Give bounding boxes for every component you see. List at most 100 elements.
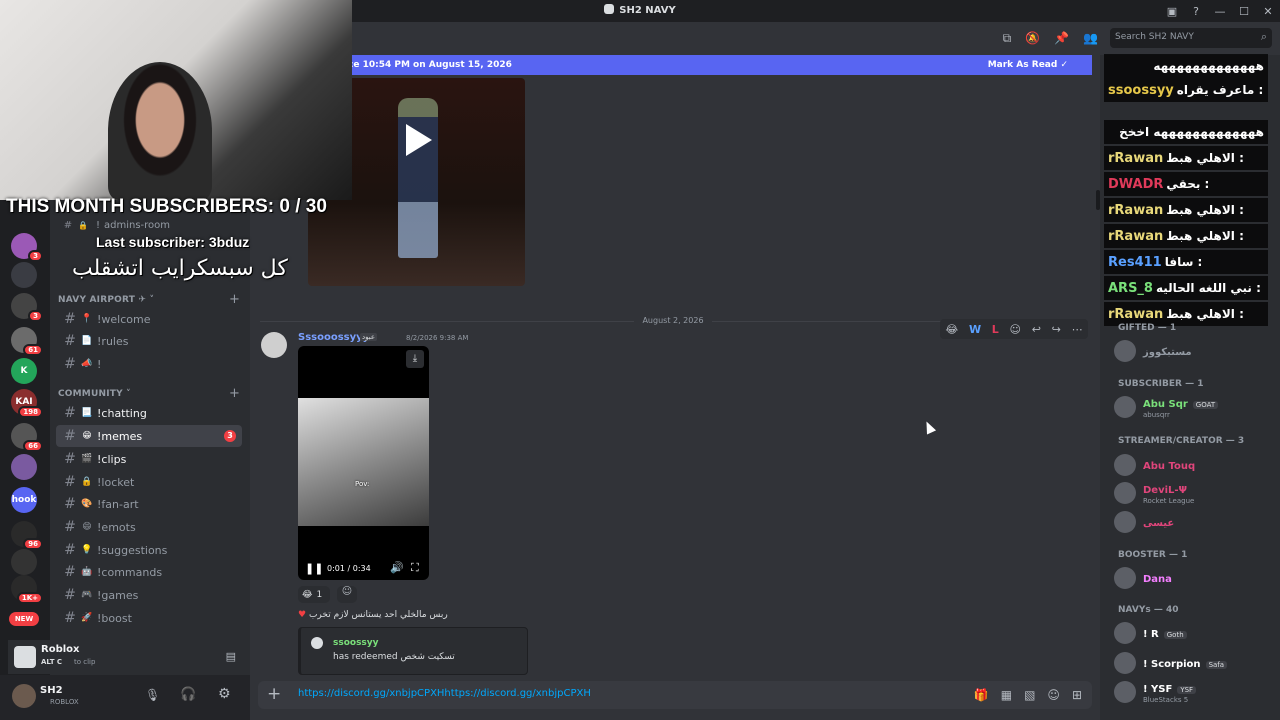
server-icon[interactable]	[11, 262, 37, 288]
close-button[interactable]: ✕	[1256, 5, 1280, 18]
headphones-icon[interactable]: 🎧	[180, 687, 196, 702]
gift-icon[interactable]: 🎁	[974, 688, 989, 702]
heart-icon: ♥	[298, 610, 307, 620]
channel-suggestions[interactable]: # 💡! suggestions	[56, 539, 242, 561]
reply-icon[interactable]: ↩	[1032, 323, 1041, 336]
more-icon[interactable]: ⋯	[1072, 323, 1083, 336]
unread-banner[interactable]: ce 10:54 PM on August 15, 2026 Mark As R…	[250, 55, 1092, 75]
server-icon[interactable]: K	[11, 358, 37, 384]
member-activity: Rocket League	[1143, 496, 1195, 505]
sticker-icon[interactable]: ▧	[1024, 688, 1035, 702]
channel-commands[interactable]: # 🤖! commands	[56, 561, 242, 583]
laugh-reaction-icon[interactable]: 😂	[945, 323, 958, 336]
add-channel-icon[interactable]: +	[229, 292, 240, 307]
member-row[interactable]: ! YSF YSF BlueStacks 5	[1114, 679, 1197, 705]
channel-emoji-icon: 😄	[82, 522, 92, 532]
search-input[interactable]: Search SH2 NAVY ⌕	[1110, 28, 1272, 48]
avatar	[1114, 340, 1136, 362]
avatar	[1114, 681, 1136, 703]
channel-emoji-icon: 📍	[81, 314, 93, 324]
server-icon[interactable]	[11, 549, 37, 575]
clip-hint-keys: ALT C	[41, 658, 63, 666]
video-player[interactable]: ⤓ Pov: ❚❚ 0:01 / 0:34 🔊 ⛶	[298, 346, 429, 580]
member-row[interactable]: مستبكووز	[1114, 338, 1192, 364]
chat-overlay-line: هههههههههههههه	[1104, 54, 1268, 78]
chat-username: ssoossyy	[1108, 82, 1174, 98]
member-row[interactable]: Abu Sqr GOAT abusqrr	[1114, 394, 1219, 420]
server-icon[interactable]: NEW	[9, 612, 39, 626]
add-reaction-icon[interactable]: ☺	[1010, 323, 1021, 336]
channel-admins-room[interactable]: # 🔒 ! admins-room	[58, 217, 238, 233]
server-icon[interactable]: 1K+	[11, 575, 43, 604]
emoji-icon[interactable]: ☺	[1047, 688, 1060, 702]
w-reaction-icon[interactable]: W	[969, 323, 981, 336]
l-reaction-icon[interactable]: L	[992, 323, 999, 336]
channel-emots[interactable]: # 😄! emots	[56, 516, 242, 538]
attach-icon[interactable]: +	[267, 684, 281, 704]
author-avatar[interactable]	[261, 332, 287, 358]
member-row[interactable]: عيسى	[1114, 509, 1174, 535]
minimize-button[interactable]: —	[1208, 5, 1232, 18]
settings-gear-icon[interactable]: ⚙	[218, 686, 231, 702]
server-icon[interactable]: 66	[11, 423, 43, 452]
chat-text: هههههههههههههه	[1153, 59, 1264, 73]
volume-icon[interactable]: 🔊	[390, 561, 404, 574]
play-icon[interactable]	[406, 124, 432, 156]
server-icon[interactable]	[11, 454, 37, 480]
member-row[interactable]: Dana	[1114, 565, 1172, 591]
category-community[interactable]: COMMUNITY ˅	[58, 389, 131, 399]
avatar[interactable]	[12, 684, 36, 708]
members-icon[interactable]: 👥	[1083, 31, 1098, 46]
pin-icon[interactable]: 📌	[1054, 31, 1069, 46]
clip-icon[interactable]: ▤	[226, 650, 236, 663]
category-navy-airport[interactable]: NAVY AIRPORT ✈ ˅	[58, 295, 154, 305]
channel-memes[interactable]: # 😁! memes 3	[56, 425, 242, 447]
fullscreen-icon[interactable]: ⛶	[411, 561, 419, 575]
server-icon[interactable]: 96	[11, 521, 43, 550]
gif-icon[interactable]: ▦	[1001, 688, 1012, 702]
help-icon[interactable]: ?	[1184, 5, 1208, 18]
chat-text: بحقي :	[1166, 177, 1210, 191]
download-icon[interactable]: ⤓	[406, 350, 424, 368]
server-icon[interactable]: 3	[11, 233, 43, 262]
inbox-icon[interactable]: ▣	[1160, 5, 1184, 18]
member-name: Abu Touq	[1143, 460, 1196, 472]
add-channel-icon[interactable]: +	[229, 386, 240, 401]
notification-bell-icon[interactable]: 🔕	[1025, 31, 1040, 46]
server-icon[interactable]: 61	[11, 327, 43, 356]
channel-rules[interactable]: # 📄! rules	[56, 330, 242, 352]
unread-badge: NEW	[14, 615, 34, 623]
channel-welcome[interactable]: # 📍! welcome	[56, 308, 242, 330]
server-icon[interactable]: KAI 198	[11, 389, 43, 418]
unread-badge: 3	[28, 310, 43, 322]
channel-fan-art[interactable]: # 🎨! fan-art	[56, 493, 242, 515]
add-reaction-button[interactable]: ☺	[337, 586, 357, 603]
apps-icon[interactable]: ⊞	[1072, 688, 1082, 702]
channel-chatting[interactable]: # 📃! chatting	[56, 402, 242, 424]
server-icon[interactable]: hook	[11, 487, 37, 513]
channel-clips[interactable]: # 🎬! clips	[56, 448, 242, 470]
mention-badge: 3	[224, 430, 236, 442]
channel-announcements[interactable]: # 📣!	[56, 353, 242, 375]
message-text: ♥ ربس مالخلي احد يستانس لازم تخرب	[298, 610, 448, 620]
chat-text: الاهلي هبط :	[1166, 229, 1244, 243]
maximize-button[interactable]: ☐	[1232, 5, 1256, 18]
forward-icon[interactable]: ↪	[1052, 323, 1061, 336]
reaction-pill[interactable]: 😂 1	[298, 586, 330, 603]
member-row[interactable]: DeviL-Ψ Rocket League	[1114, 480, 1194, 506]
member-row[interactable]: Abu Touq	[1114, 452, 1195, 478]
message-author[interactable]: Sssooossyyy	[298, 332, 369, 343]
pause-icon[interactable]: ❚❚	[305, 562, 323, 575]
member-row[interactable]: ! Scorpion Safa	[1114, 650, 1228, 676]
channel-boost[interactable]: # 🚀! boost	[56, 607, 242, 629]
hash-icon: #	[63, 219, 73, 231]
message-input[interactable]	[298, 688, 898, 699]
mark-as-read-button[interactable]: Mark As Read ✓	[988, 60, 1068, 70]
threads-icon[interactable]: ⧉	[1003, 31, 1012, 46]
mic-icon[interactable]: 🎙	[145, 688, 160, 702]
member-row[interactable]: ! R Goth	[1114, 620, 1187, 646]
server-icon[interactable]: 3	[11, 293, 43, 322]
channel-locket[interactable]: # 🔒! locket	[56, 471, 242, 493]
channel-name: suggestions	[101, 543, 168, 557]
channel-games[interactable]: # 🎮! games	[56, 584, 242, 606]
